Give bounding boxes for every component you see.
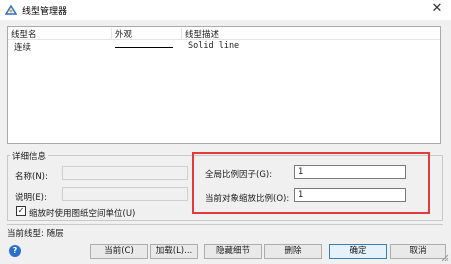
app-icon: [5, 4, 17, 15]
linetype-name: 连续: [14, 43, 32, 53]
status-line: 当前线型: 随层: [7, 224, 443, 239]
help-icon[interactable]: ?: [9, 245, 21, 257]
hide-details-button[interactable]: 隐藏细节: [204, 244, 262, 259]
close-icon[interactable]: ✕: [429, 1, 445, 17]
details-group-label: 详细信息: [10, 150, 49, 162]
column-header-appearance[interactable]: 外观: [112, 28, 182, 40]
description-label: 说明(E):: [15, 193, 47, 203]
paper-space-units-label: 缩放时使用图纸空间单位(U): [29, 209, 136, 219]
cancel-button[interactable]: 取消: [390, 244, 446, 259]
delete-button[interactable]: 删除: [264, 244, 322, 259]
window-title: 线型管理器: [22, 7, 68, 17]
paper-space-units-checkbox[interactable]: ✓: [16, 206, 26, 216]
resize-grip-icon[interactable]: [441, 254, 449, 262]
load-button[interactable]: 加载(L)...: [150, 244, 198, 259]
highlight-box: [192, 152, 430, 214]
current-linetype-text: 当前线型: 随层: [7, 229, 64, 239]
name-label: 名称(N):: [15, 172, 48, 182]
ok-button[interactable]: 确定: [329, 244, 387, 259]
linetype-appearance: [115, 47, 173, 48]
linetype-description: Solid line: [188, 41, 240, 51]
column-header-name[interactable]: 线型名: [8, 28, 112, 40]
list-header: 线型名 外观 线型描述: [8, 27, 440, 40]
list-item[interactable]: 连续 Solid line: [8, 41, 440, 53]
column-header-description[interactable]: 线型描述: [182, 28, 440, 40]
name-field: [62, 166, 188, 180]
description-field: [62, 187, 188, 201]
title-bar: 线型管理器 ✕: [0, 0, 451, 20]
linetype-list[interactable]: 线型名 外观 线型描述 连续 Solid line: [7, 26, 441, 144]
set-current-button[interactable]: 当前(C): [90, 244, 148, 259]
